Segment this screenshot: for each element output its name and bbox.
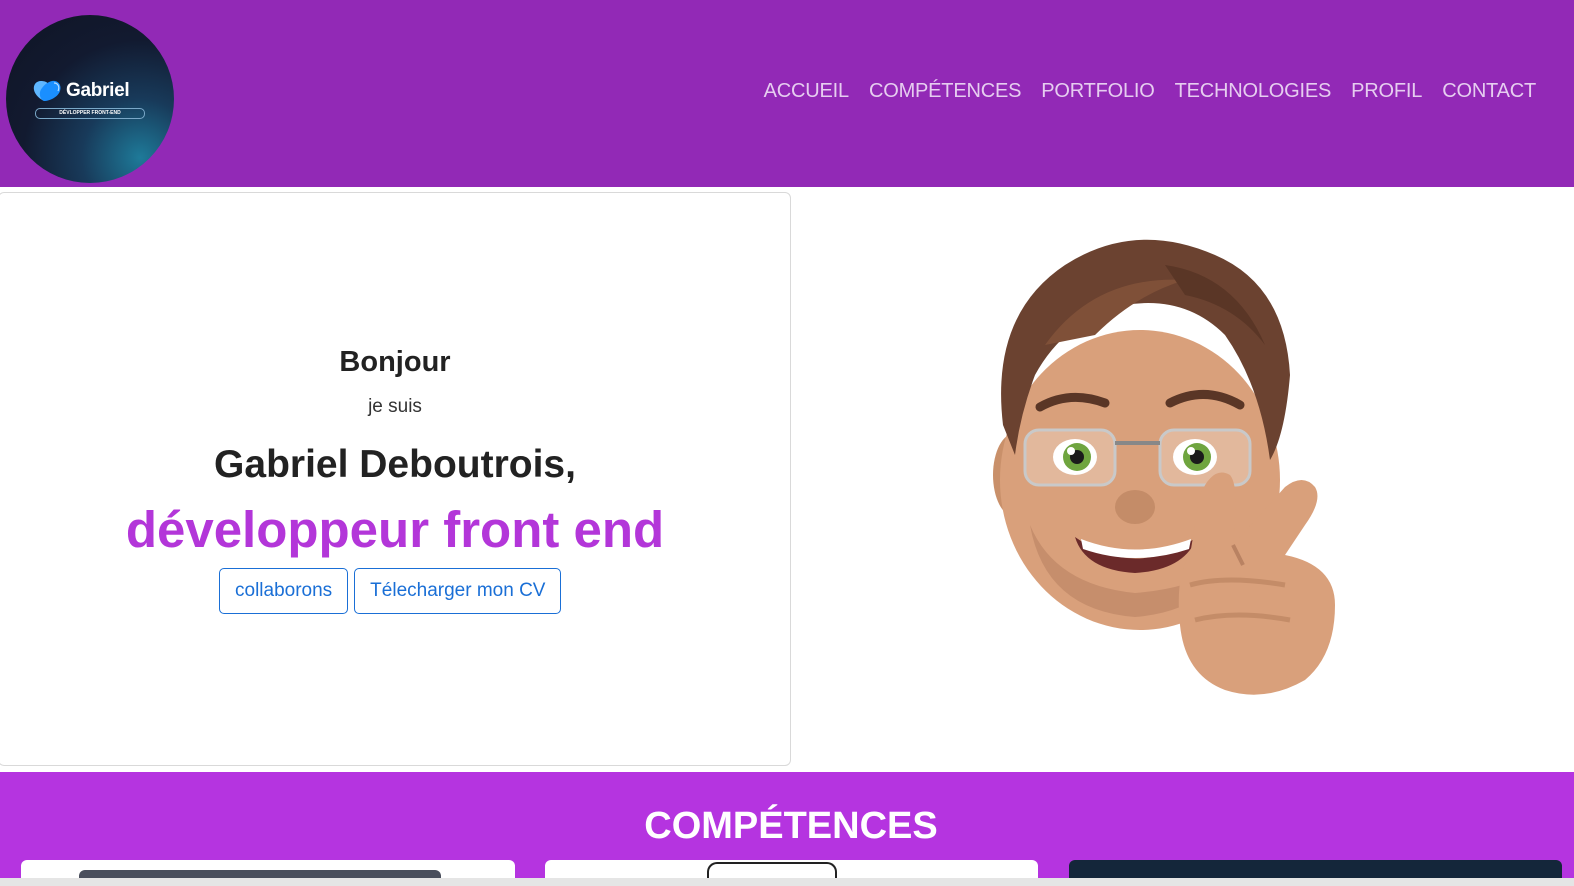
logo-name: Gabriel [66,80,130,101]
skills-title: COMPÉTENCES [644,805,938,847]
hero-role: développeur front end [125,501,665,558]
nav-link-portfolio[interactable]: PORTFOLIO [1041,80,1155,103]
download-cv-button[interactable]: Télecharger mon CV [354,568,562,614]
bottom-scrollbar-strip [0,878,1574,886]
logo-tagline: DÉVLOPPER FRONT-END [35,108,145,119]
nav-link-competences[interactable]: COMPÉTENCES [869,80,1021,103]
memoji-avatar-image [993,239,1335,695]
nav-link-accueil[interactable]: ACCUEIL [764,80,849,103]
hero-name: Gabriel Deboutrois, [214,443,576,486]
nav-link-contact[interactable]: CONTACT [1442,80,1536,103]
logo[interactable]: Gabriel DÉVLOPPER FRONT-END [6,15,174,183]
nav-link-profil[interactable]: PROFIL [1351,80,1422,103]
hero-buttons: collaborons Télecharger mon CV [219,568,562,614]
skills-section: COMPÉTENCES [0,772,1574,886]
navbar: Gabriel DÉVLOPPER FRONT-END ACCUEIL COMP… [0,0,1574,187]
hero-greeting: Bonjour [339,346,451,378]
heart-icon [33,80,61,101]
hero-intro: je suis [368,396,422,417]
collaborate-button[interactable]: collaborons [219,568,349,614]
main-nav: ACCUEIL COMPÉTENCES PORTFOLIO TECHNOLOGI… [764,80,1537,103]
nav-link-technologies[interactable]: TECHNOLOGIES [1175,80,1332,103]
